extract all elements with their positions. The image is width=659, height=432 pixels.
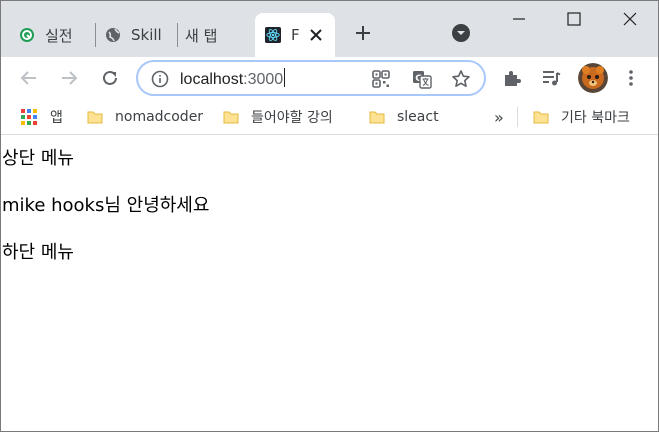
tab-label: F <box>291 26 300 44</box>
bookmark-folder-sleact[interactable]: sleact <box>369 106 439 128</box>
globe-icon <box>105 27 121 43</box>
header-menu-text: 상단 메뉴 <box>2 148 74 169</box>
bookmark-apps[interactable]: 앱 <box>21 106 63 128</box>
bookmark-folder-lectures[interactable]: 들어야할 강의 <box>223 106 333 128</box>
green-app-icon <box>19 27 35 43</box>
tab-separator <box>177 23 178 47</box>
url-text[interactable]: localhost:3000 <box>180 68 286 89</box>
greeting-text: mike hooks님 안녕하세요 <box>2 195 210 216</box>
tab-strip: 실전 Skill 새 탭 F <box>1 1 658 57</box>
folder-icon <box>533 111 549 124</box>
bookmarks-overflow-button[interactable]: » <box>494 106 504 128</box>
profile-avatar[interactable] <box>578 63 608 93</box>
bookmark-label: 앱 <box>50 110 63 126</box>
forward-button[interactable] <box>56 65 82 91</box>
bookmarks-bar: 앱 nomadcoder 들어야할 강의 sleact » 기타 북마크 <box>1 99 658 135</box>
overflow-label: » <box>494 107 504 127</box>
tab-separator <box>95 23 96 47</box>
address-bar[interactable]: localhost:3000 G <box>136 60 486 96</box>
tab-skill[interactable]: Skill <box>105 13 178 57</box>
tab-label: 새 탭 <box>185 26 218 45</box>
tab-search-icon[interactable] <box>451 23 471 43</box>
bookmarks-divider <box>517 107 518 127</box>
window-close-button[interactable] <box>618 7 642 31</box>
media-queue-icon[interactable] <box>538 65 564 91</box>
new-tab-button[interactable] <box>351 21 375 45</box>
tab-label: 실전 <box>45 26 73 45</box>
more-menu-icon[interactable] <box>618 65 644 91</box>
extensions-puzzle-icon[interactable] <box>499 65 525 91</box>
reload-button[interactable] <box>97 65 123 91</box>
url-port: :3000 <box>243 71 284 88</box>
folder-icon <box>87 111 103 124</box>
minimize-button[interactable] <box>507 7 531 31</box>
bookmark-label: 들어야할 강의 <box>251 110 333 126</box>
folder-icon <box>223 111 239 124</box>
back-button[interactable] <box>16 65 42 91</box>
tab-new[interactable]: 새 탭 <box>185 13 249 57</box>
apps-grid-icon <box>21 109 37 125</box>
tab-silijeon[interactable]: 실전 <box>19 13 96 57</box>
close-icon[interactable] <box>306 25 326 45</box>
page-content: 상단 메뉴 mike hooks님 안녕하세요 하단 메뉴 <box>1 136 658 431</box>
maximize-button[interactable] <box>562 7 586 31</box>
bookmark-label: 기타 북마크 <box>561 110 630 126</box>
react-icon <box>265 27 281 43</box>
folder-icon <box>369 111 385 124</box>
browser-toolbar: localhost:3000 G <box>1 57 658 99</box>
tab-label: Skill <box>131 26 162 44</box>
browser-window: 실전 Skill 새 탭 F localhost:3000 G 앱 nomadc… <box>0 0 659 432</box>
url-host: localhost <box>180 71 244 88</box>
bookmark-other-folder[interactable]: 기타 북마크 <box>533 106 630 128</box>
translate-icon[interactable]: G <box>411 68 433 90</box>
bookmark-folder-nomadcoder[interactable]: nomadcoder <box>87 106 203 128</box>
bookmark-star-icon[interactable] <box>450 68 472 90</box>
bookmark-label: sleact <box>397 109 439 125</box>
info-icon[interactable] <box>151 70 169 88</box>
text-caret <box>284 68 286 87</box>
tab-active-react[interactable]: F <box>255 13 335 57</box>
qr-code-icon[interactable] <box>370 68 392 90</box>
footer-menu-text: 하단 메뉴 <box>2 242 74 263</box>
bookmark-label: nomadcoder <box>115 109 204 125</box>
